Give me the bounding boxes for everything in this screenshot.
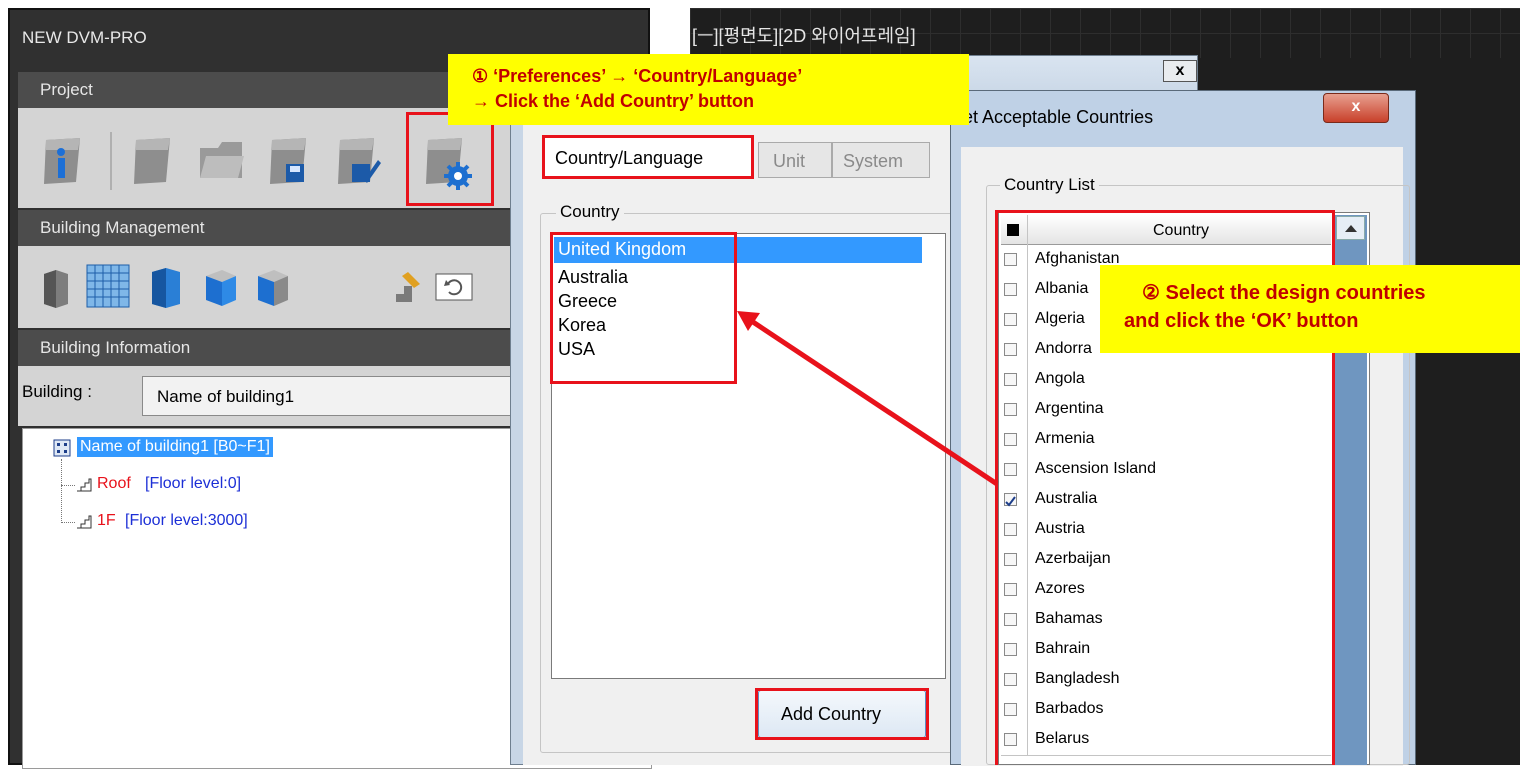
instruction-note-1: ① ‘Preferences’ → ‘Country/Language’ → C…	[448, 54, 969, 125]
arrow-line	[748, 317, 999, 487]
note2-line2: and click the ‘OK’ button	[1124, 310, 1359, 332]
arrow-head	[737, 311, 760, 331]
note2-line1: ② Select the design countries	[1142, 282, 1426, 304]
note1-line1: ① ‘Preferences’ → ‘Country/Language’	[472, 66, 803, 86]
note1-line2: → Click the ‘Add Country’ button	[472, 91, 754, 111]
instruction-note-2: ② Select the design countries and click …	[1100, 265, 1520, 353]
